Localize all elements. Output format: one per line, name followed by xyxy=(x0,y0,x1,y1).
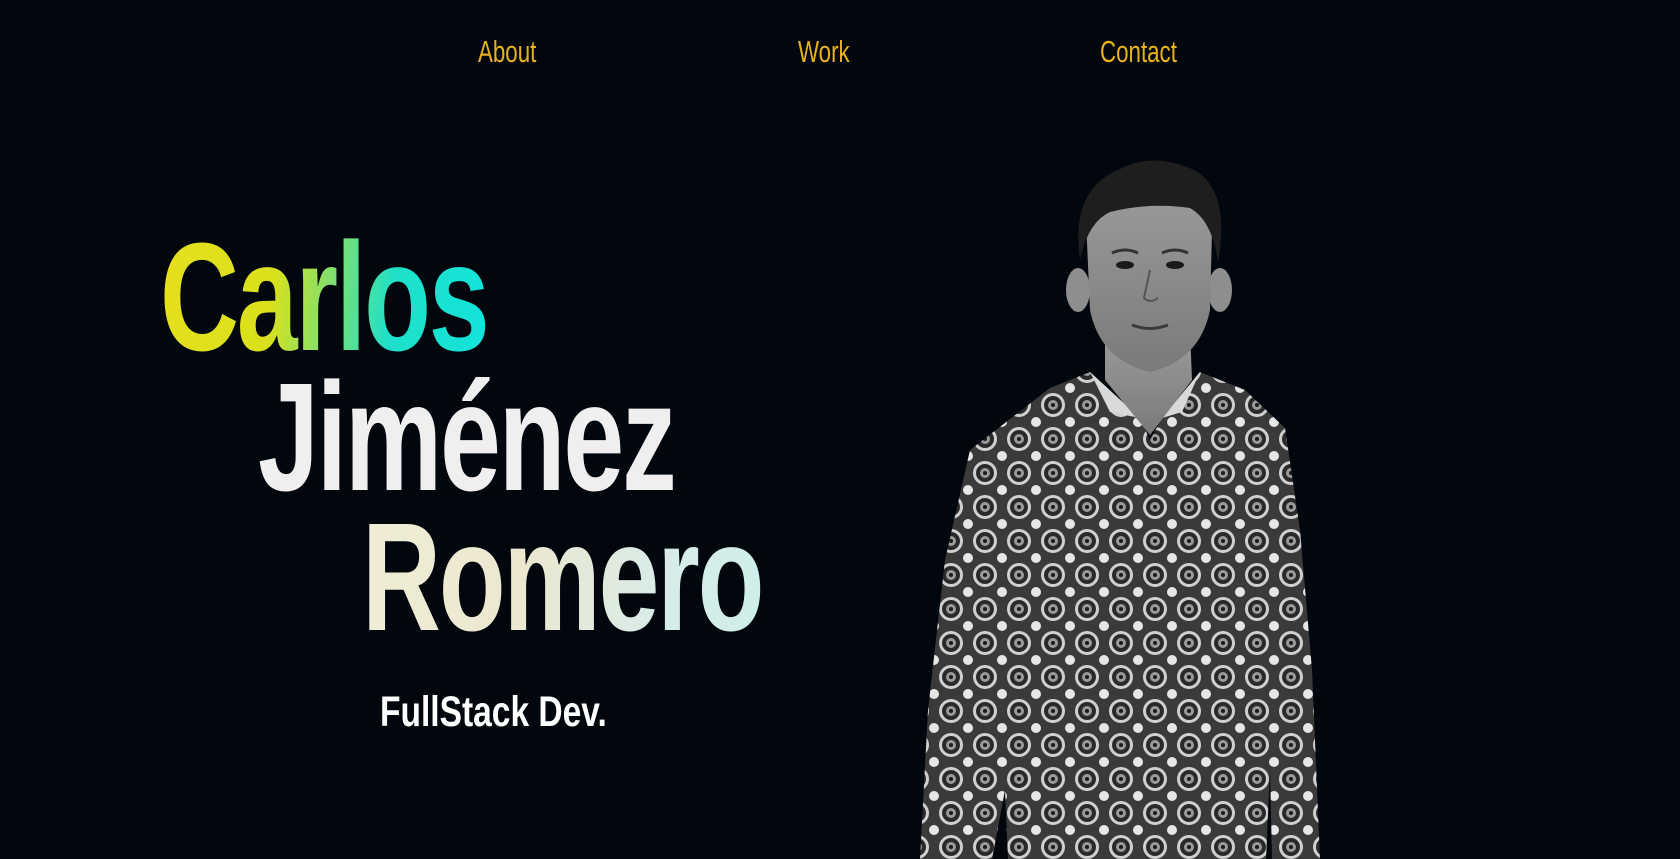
shirt xyxy=(920,372,1320,859)
nav-link-work[interactable]: Work xyxy=(798,28,850,76)
portrait-photo xyxy=(920,160,1320,859)
hero-first-name: Carlos xyxy=(160,211,490,383)
top-navigation: About Work Contact xyxy=(0,28,1680,78)
hero-last-name: Romero xyxy=(362,491,764,663)
nav-link-about[interactable]: About xyxy=(478,28,536,76)
hero-middle-name: Jiménez xyxy=(258,351,677,523)
hero-role: FullStack Dev. xyxy=(380,688,607,736)
nav-link-contact[interactable]: Contact xyxy=(1100,28,1177,76)
page: About Work Contact Carlos Jiménez Romero… xyxy=(0,0,1680,859)
